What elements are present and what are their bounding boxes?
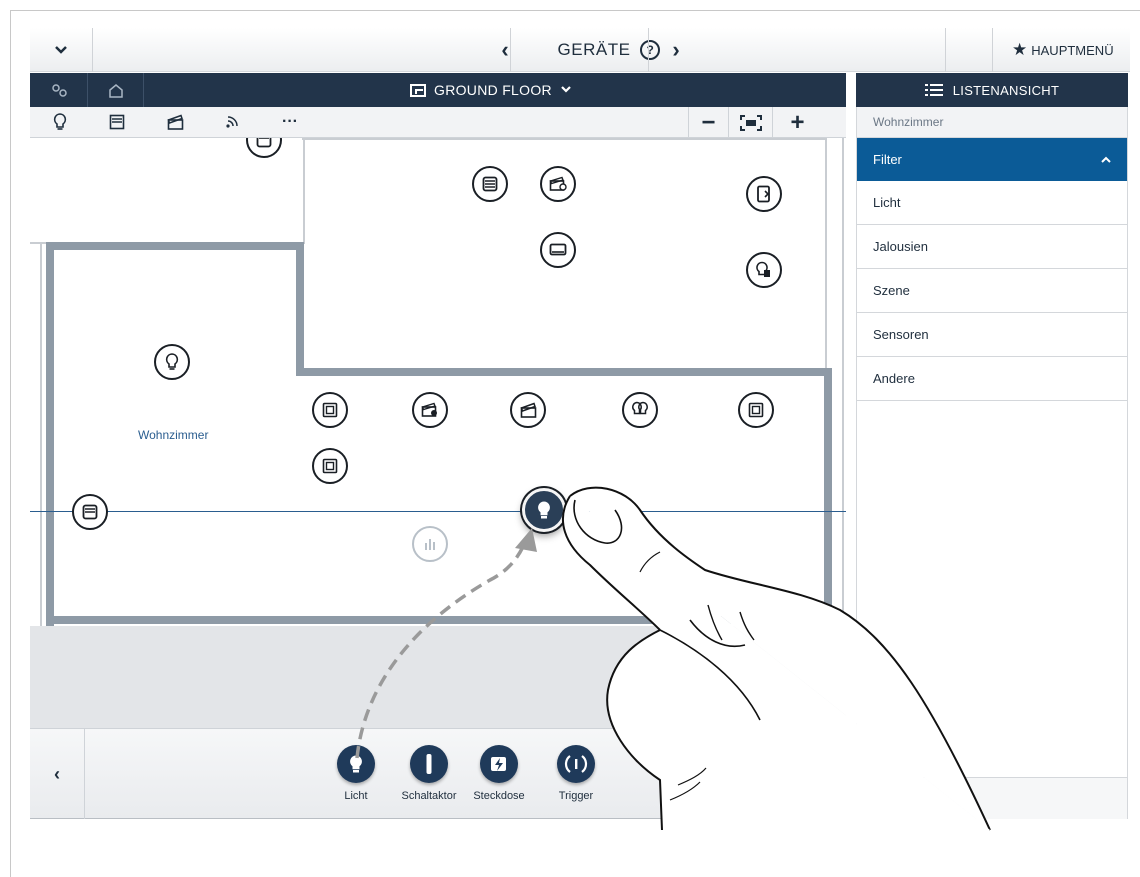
blind-device-icon[interactable] <box>472 166 508 202</box>
scene-clapper-icon[interactable] <box>163 110 187 134</box>
palette-item-label: Licht <box>344 790 368 802</box>
prev-page-button[interactable]: ‹ <box>470 28 540 72</box>
filter-item-licht[interactable]: Licht <box>857 181 1127 225</box>
chart-bars-icon[interactable] <box>412 526 448 562</box>
home-icon[interactable] <box>88 73 144 107</box>
palette-item-trigger[interactable]: Trigger <box>536 745 616 802</box>
list-icon <box>924 84 943 96</box>
main-menu-label: HAUPTMENÜ <box>1031 42 1114 58</box>
palette-item-schaltaktor[interactable]: Schaltaktor <box>389 745 469 802</box>
plan-outside-area <box>30 626 846 728</box>
filter-item-jalousien[interactable]: Jalousien <box>857 225 1127 269</box>
scene-light-icon[interactable] <box>412 392 448 428</box>
device-palette: ‹ Licht Schaltaktor Steckdose Trigger <box>30 728 846 819</box>
floor-header: GROUND FLOOR <box>30 73 846 107</box>
switch-actuator-icon[interactable] <box>312 448 348 484</box>
floor-name: GROUND FLOOR <box>434 82 552 98</box>
scene-clapper-icon[interactable] <box>510 392 546 428</box>
list-panel-footer <box>857 777 1127 819</box>
floor-plan[interactable]: Wohnzimmer <box>30 138 846 728</box>
menu-toggle-button[interactable] <box>30 28 92 72</box>
zoom-in-button[interactable]: + <box>772 107 822 138</box>
light-bulb-icon[interactable] <box>154 344 190 380</box>
filter-item-szene[interactable]: Szene <box>857 269 1127 313</box>
filter-header[interactable]: Filter <box>857 138 1127 181</box>
bulb-icon <box>337 745 375 783</box>
palette-item-label: Trigger <box>558 790 594 802</box>
blind-device-icon[interactable] <box>72 494 108 530</box>
list-room-title: Wohnzimmer <box>857 107 1127 138</box>
next-page-button[interactable]: › <box>648 28 704 72</box>
palette-back-button[interactable]: ‹ <box>30 729 85 819</box>
fit-to-screen-icon <box>739 114 762 131</box>
blind-filter-icon[interactable] <box>105 110 129 134</box>
filter-item-andere[interactable]: Andere <box>857 357 1127 401</box>
palette-item-steckdose[interactable]: Steckdose <box>459 745 539 802</box>
zoom-out-button[interactable]: − <box>688 107 728 138</box>
switch-actuator-icon <box>410 745 448 783</box>
light-filter-bulb-icon[interactable] <box>48 110 72 134</box>
settings-gear-icon[interactable] <box>30 73 88 107</box>
room-label-wohnzimmer: Wohnzimmer <box>138 428 209 442</box>
palette-item-label: Steckdose <box>473 790 525 802</box>
plan-toolbar: ··· − + <box>30 107 846 138</box>
filter-item-sensoren[interactable]: Sensoren <box>857 313 1127 357</box>
list-panel: Wohnzimmer Filter Licht Jalousien Szene … <box>856 107 1128 819</box>
top-bar: ‹ GERÄTE ? › ★ HAUPTMENÜ <box>30 28 1130 72</box>
palette-item-label: Schaltaktor <box>401 790 457 802</box>
chevron-up-icon <box>1101 156 1111 163</box>
palette-item-licht[interactable]: Licht <box>316 745 396 802</box>
chevron-down-icon <box>561 86 571 93</box>
dragged-light-bulb-icon[interactable] <box>522 488 566 532</box>
list-view-button[interactable]: LISTENANSICHT <box>856 73 1128 107</box>
filter-label: Filter <box>873 152 902 167</box>
socket-icon <box>480 745 518 783</box>
door-contact-icon[interactable] <box>746 176 782 212</box>
page-title-text: GERÄTE <box>557 40 631 59</box>
switch-actuator-icon[interactable] <box>312 392 348 428</box>
main-menu-button[interactable]: ★ HAUPTMENÜ <box>1012 28 1114 72</box>
star-icon: ★ <box>1012 40 1028 59</box>
zoom-fit-button[interactable] <box>728 107 772 138</box>
light-scene-icon[interactable] <box>540 166 576 202</box>
display-panel-icon[interactable] <box>540 232 576 268</box>
trigger-icon <box>557 745 595 783</box>
dual-light-icon[interactable] <box>622 392 658 428</box>
floor-selector[interactable]: GROUND FLOOR <box>410 73 572 107</box>
chevron-down-icon <box>55 46 67 54</box>
light-actuator-icon[interactable] <box>746 252 782 288</box>
floorplan-icon <box>410 83 426 97</box>
more-options-button[interactable]: ··· <box>278 110 302 134</box>
blind-device-icon[interactable] <box>246 138 282 158</box>
switch-actuator-icon[interactable] <box>738 392 774 428</box>
list-view-label: LISTENANSICHT <box>952 82 1060 98</box>
sensor-signal-icon[interactable] <box>220 110 244 134</box>
